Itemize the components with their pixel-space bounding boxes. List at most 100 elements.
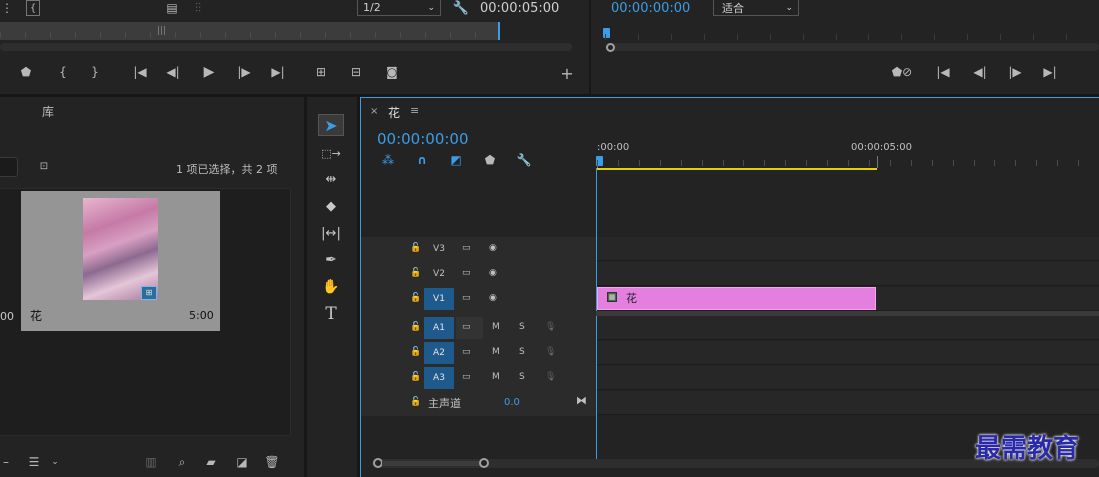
settings-icon[interactable]: ⋮ (0, 0, 14, 16)
solo-button[interactable]: S (519, 372, 525, 382)
track-a2-target[interactable]: A2 (424, 342, 454, 364)
automate-icon[interactable]: ▥ (142, 455, 160, 469)
tab-library[interactable]: 库 (42, 103, 54, 120)
source-zoom-scrollbar[interactable] (0, 43, 572, 51)
play-icon[interactable]: ▶ (200, 63, 218, 81)
sync-lock-icon[interactable]: ▭ (462, 322, 471, 332)
sync-lock-icon[interactable]: ▭ (462, 372, 471, 382)
ripple-edit-tool-icon[interactable]: ⇹ (318, 168, 344, 190)
hand-tool-icon[interactable]: ✋ (318, 276, 344, 298)
track-lane-master[interactable] (597, 391, 1099, 415)
search-input[interactable] (0, 157, 18, 177)
video-clip[interactable]: ▦ 花 (597, 287, 876, 310)
zoom-dropdown[interactable]: 适合 ⌄ (713, 0, 799, 16)
find-bin-icon[interactable]: ⊡ (36, 159, 52, 173)
mark-in-icon[interactable]: { (55, 64, 71, 80)
track-lane-v3[interactable] (597, 237, 1099, 261)
lock-icon[interactable]: 🔓 (410, 293, 421, 303)
step-forward-icon[interactable]: |▶ (236, 64, 252, 80)
track-lane-a1[interactable] (597, 316, 1099, 340)
camera-icon[interactable]: ◙ (383, 64, 401, 80)
razor-tool-icon[interactable]: ◆ (318, 195, 344, 217)
search-icon[interactable]: ⌕ (174, 455, 190, 469)
sync-lock-icon[interactable]: ▭ (462, 243, 471, 253)
eye-icon[interactable]: ◉ (489, 243, 497, 253)
list-view-icon[interactable]: ☰ (26, 455, 42, 469)
track-lane-a2[interactable] (597, 341, 1099, 365)
track-v1-target[interactable]: V1 (424, 288, 454, 310)
film-icon[interactable]: ▤ (165, 0, 179, 16)
snap-icon[interactable]: ∩ (414, 153, 430, 167)
brace-bracket-icon[interactable]: { (26, 0, 40, 16)
solo-button[interactable]: S (519, 322, 525, 332)
microphone-icon[interactable]: 🎙 (545, 347, 556, 357)
mark-out-icon[interactable]: } (87, 64, 103, 80)
sync-lock-icon[interactable]: ▭ (462, 293, 471, 303)
slip-tool-icon[interactable]: |↔| (318, 222, 344, 244)
insert-icon[interactable]: ⊞ (312, 64, 330, 80)
track-v3-target[interactable]: V3 (424, 238, 454, 260)
program-time-ruler[interactable] (605, 28, 1099, 40)
add-button-icon[interactable]: + (559, 64, 575, 83)
trash-icon[interactable]: 🗑 (264, 455, 280, 469)
add-marker-icon[interactable]: ⬟ (18, 64, 34, 80)
lock-icon[interactable]: 🔓 (410, 397, 421, 407)
eye-icon[interactable]: ◉ (489, 268, 497, 278)
slider-icon[interactable]: – (0, 455, 12, 469)
overwrite-icon[interactable]: ⊟ (347, 64, 365, 80)
lock-icon[interactable]: 🔓 (410, 243, 421, 253)
close-icon[interactable]: × (370, 106, 378, 117)
mute-button[interactable]: M (492, 322, 500, 332)
wrench-icon[interactable]: 🔧 (453, 0, 469, 16)
program-zoom-scrollbar[interactable] (605, 43, 1099, 51)
master-volume-value[interactable]: 0.0 (504, 397, 520, 408)
lock-icon[interactable]: 🔓 (410, 372, 421, 382)
track-v2-target[interactable]: V2 (424, 263, 454, 285)
scroll-thumb[interactable] (382, 461, 482, 466)
microphone-icon[interactable]: 🎙 (545, 372, 556, 382)
link-marker-icon[interactable]: ⬟⊘ (889, 64, 915, 80)
track-a3-target[interactable]: A3 (424, 367, 454, 389)
lock-icon[interactable]: 🔓 (410, 347, 421, 357)
track-a1-target[interactable]: A1 (424, 317, 454, 339)
add-marker-icon[interactable]: ⬟ (482, 153, 498, 167)
type-tool-icon[interactable]: T (318, 303, 344, 325)
go-to-out-icon[interactable]: ▶| (269, 64, 287, 80)
track-lane-a3[interactable] (597, 366, 1099, 390)
timeline-timecode[interactable]: 00:00:00:00 (377, 130, 469, 148)
nest-icon[interactable]: ⁂ (380, 153, 396, 167)
step-forward-icon[interactable]: |▶ (1007, 64, 1023, 80)
scroll-handle[interactable] (606, 43, 615, 52)
sync-lock-icon[interactable]: ▭ (462, 347, 471, 357)
go-to-in-icon[interactable]: |◀ (934, 64, 952, 80)
eye-icon[interactable]: ◉ (489, 293, 497, 303)
microphone-icon[interactable]: 🎙 (545, 322, 556, 332)
lock-icon[interactable]: 🔓 (410, 322, 421, 332)
wrench-icon[interactable]: 🔧 (516, 153, 532, 167)
track-select-tool-icon[interactable]: ⬚→ (318, 142, 344, 164)
program-timecode[interactable]: 00:00:00:00 (611, 1, 690, 16)
step-back-icon[interactable]: ◀| (165, 64, 181, 80)
lock-icon[interactable]: 🔓 (410, 268, 421, 278)
selection-tool-icon[interactable]: ➤ (318, 114, 344, 136)
resolution-dropdown[interactable]: 1/2 ⌄ (357, 0, 441, 16)
chevron-down-icon[interactable]: ⌄ (49, 455, 61, 469)
scroll-handle-right[interactable] (479, 458, 489, 468)
go-to-out-icon[interactable]: ▶| (1041, 64, 1059, 80)
solo-button[interactable]: S (519, 347, 525, 357)
sync-lock-icon[interactable]: ▭ (462, 268, 471, 278)
source-playhead[interactable]: ||| (157, 26, 166, 36)
go-to-in-icon[interactable]: |◀ (131, 64, 149, 80)
menu-icon[interactable]: ≡ (410, 104, 419, 117)
pen-tool-icon[interactable]: ✒ (318, 249, 344, 271)
track-lane-v2[interactable] (597, 262, 1099, 286)
mute-button[interactable]: M (492, 372, 500, 382)
audio-waveform-icon[interactable]: ⫶⫶ (188, 0, 208, 16)
sequence-tab[interactable]: 花 (388, 104, 400, 121)
new-item-icon[interactable]: ◪ (234, 455, 250, 469)
linked-selection-icon[interactable]: ◩ (448, 153, 464, 167)
media-item[interactable]: ⊞ 花 5:00 (21, 191, 220, 331)
go-to-end-icon[interactable]: ⧓ (576, 394, 587, 407)
new-bin-icon[interactable]: ▰ (203, 455, 219, 469)
step-back-icon[interactable]: ◀| (972, 64, 988, 80)
